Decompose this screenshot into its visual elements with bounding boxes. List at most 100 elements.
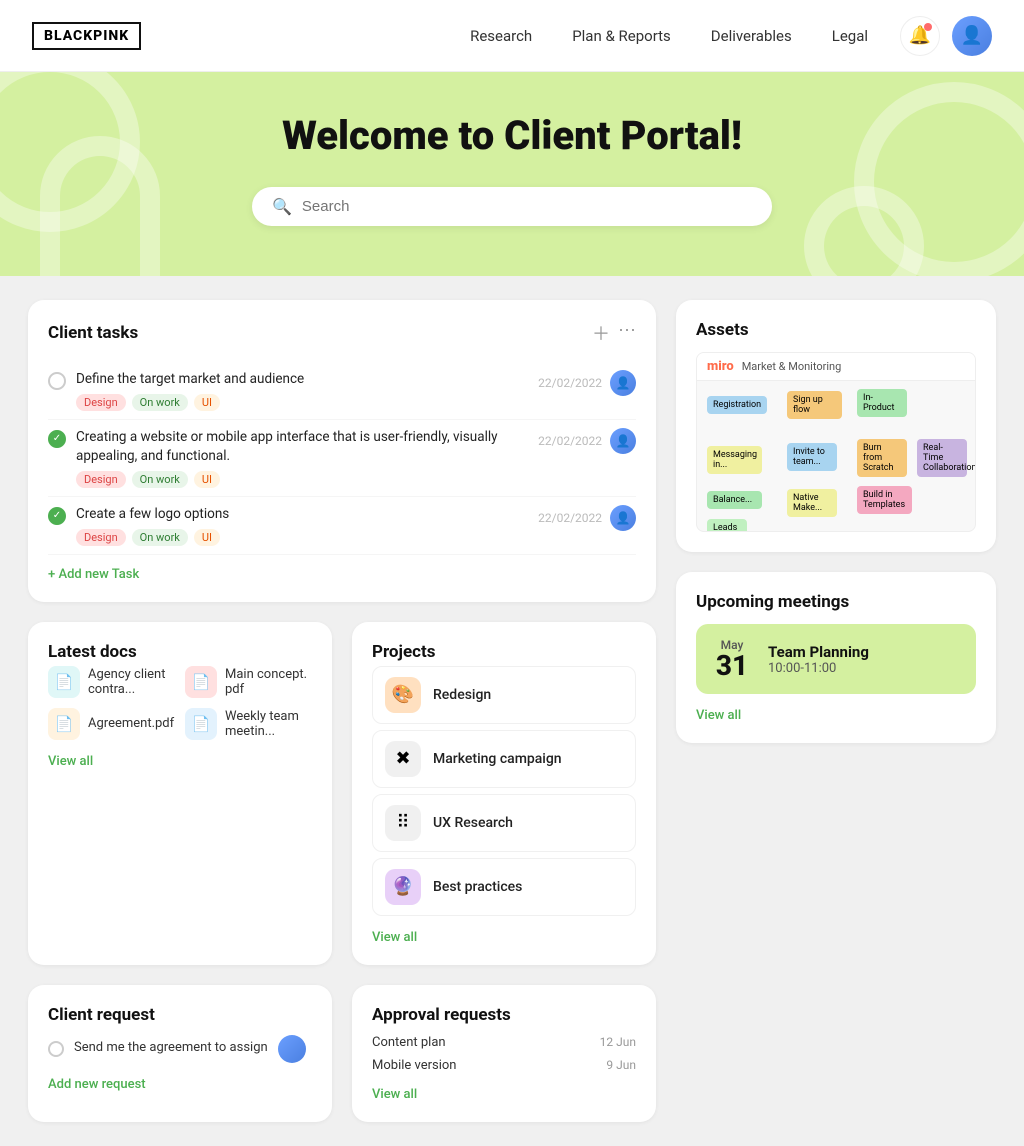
tag-design: Design xyxy=(76,394,126,411)
search-icon: 🔍 xyxy=(272,197,292,216)
tag-onwork: On work xyxy=(132,529,188,546)
sticky-note: Real-Time Collaboration xyxy=(917,439,967,477)
tag-onwork: On work xyxy=(132,394,188,411)
list-item[interactable]: 🎨 Redesign xyxy=(372,666,636,724)
approval-requests-title: Approval requests xyxy=(372,1005,636,1025)
nav-research[interactable]: Research xyxy=(470,27,532,45)
add-new-request[interactable]: Add new request xyxy=(48,1077,312,1092)
bottom-mini-row: Client request Send me the agreement to … xyxy=(28,985,656,1122)
meeting-item[interactable]: May 31 Team Planning 10:00-11:00 xyxy=(696,624,976,694)
meeting-time: 10:00-11:00 xyxy=(768,661,960,676)
sticky-note: Native Make... xyxy=(787,489,837,517)
nav-plan-reports[interactable]: Plan & Reports xyxy=(572,27,671,45)
project-name: Redesign xyxy=(433,687,491,703)
avatar[interactable]: 👤 xyxy=(952,16,992,56)
tag-ui: UI xyxy=(194,471,220,488)
nav-deliverables[interactable]: Deliverables xyxy=(711,27,792,45)
task-text: Create a few logo options xyxy=(76,505,229,524)
client-tasks-title: Client tasks xyxy=(48,323,138,343)
miro-board-name: Market & Monitoring xyxy=(742,360,842,373)
task-left: Define the target market and audience De… xyxy=(48,370,304,411)
left-column: Client tasks ＋ ⋯ Define the target marke… xyxy=(28,300,656,1122)
sticky-note: Invite to team... xyxy=(787,443,837,471)
list-item[interactable]: ✖ Marketing campaign xyxy=(372,730,636,788)
project-icon-redesign: 🎨 xyxy=(385,677,421,713)
task-right: 22/02/2022 👤 xyxy=(538,370,636,396)
list-item: 📄 Weekly team meetin... xyxy=(185,708,312,740)
tag-ui: UI xyxy=(194,394,220,411)
project-name: Marketing campaign xyxy=(433,751,562,767)
list-item: 📄 Agreement.pdf xyxy=(48,708,175,740)
task-date: 22/02/2022 xyxy=(538,511,602,525)
list-item: 📄 Agency client contra... xyxy=(48,666,175,698)
request-item: Send me the agreement to assign xyxy=(48,1035,312,1063)
approval-requests-card: Approval requests Content plan 12 Jun Mo… xyxy=(352,985,656,1122)
navbar: BLACKPINK Research Plan & Reports Delive… xyxy=(0,0,1024,72)
request-text: Send me the agreement to assign xyxy=(74,1039,268,1057)
list-item[interactable]: ⠿ UX Research xyxy=(372,794,636,852)
client-tasks-header: Client tasks ＋ ⋯ xyxy=(48,320,636,346)
miro-preview[interactable]: miro Market & Monitoring Registration Si… xyxy=(696,352,976,532)
meeting-date-box: May 31 xyxy=(712,638,752,680)
project-icon-best: 🔮 xyxy=(385,869,421,905)
request-checkbox[interactable] xyxy=(48,1041,64,1057)
latest-docs-view-all[interactable]: View all xyxy=(48,754,312,769)
project-name: UX Research xyxy=(433,815,513,831)
doc-icon-blue: 📄 xyxy=(185,708,217,740)
upcoming-meetings-title: Upcoming meetings xyxy=(696,592,976,612)
sticky-label: Leads xyxy=(707,519,747,532)
projects-view-all[interactable]: View all xyxy=(372,930,636,945)
more-options-icon[interactable]: ⋯ xyxy=(618,320,636,346)
table-row: ✓ Creating a website or mobile app inter… xyxy=(48,420,636,497)
add-task-button[interactable]: + Add new Task xyxy=(48,567,636,582)
meetings-view-all[interactable]: View all xyxy=(696,708,976,723)
project-list: 🎨 Redesign ✖ Marketing campaign ⠿ UX Res… xyxy=(372,666,636,916)
list-item: Content plan 12 Jun xyxy=(372,1035,636,1050)
list-item: 📄 Main concept. pdf xyxy=(185,666,312,698)
add-task-icon[interactable]: ＋ xyxy=(592,320,610,346)
notification-button[interactable]: 🔔 xyxy=(900,16,940,56)
task-left: ✓ Create a few logo options Design On wo… xyxy=(48,505,229,546)
project-icon-ux: ⠿ xyxy=(385,805,421,841)
task-left: ✓ Creating a website or mobile app inter… xyxy=(48,428,538,488)
latest-docs-card: Latest docs 📄 Agency client contra... 📄 … xyxy=(28,622,332,965)
main-content: Client tasks ＋ ⋯ Define the target marke… xyxy=(0,276,1024,1146)
tag-onwork: On work xyxy=(132,471,188,488)
nav-links: Research Plan & Reports Deliverables Leg… xyxy=(470,27,868,45)
hero-title: Welcome to Client Portal! xyxy=(20,112,1004,159)
sticky-note: Build in Templates xyxy=(857,486,912,514)
task-avatar: 👤 xyxy=(610,370,636,396)
nav-legal[interactable]: Legal xyxy=(832,27,868,45)
project-icon-marketing: ✖ xyxy=(385,741,421,777)
assets-title: Assets xyxy=(696,320,976,340)
task-text: Creating a website or mobile app interfa… xyxy=(76,428,538,466)
tag-design: Design xyxy=(76,529,126,546)
approval-name: Content plan xyxy=(372,1035,446,1050)
doc-name[interactable]: Weekly team meetin... xyxy=(225,709,312,739)
task-checkbox[interactable] xyxy=(48,372,66,390)
task-date: 22/02/2022 xyxy=(538,376,602,390)
task-tags: Design On work UI xyxy=(76,471,538,488)
approval-date: 9 Jun xyxy=(606,1058,636,1073)
miro-logo: miro xyxy=(707,359,734,374)
task-checkbox-done[interactable]: ✓ xyxy=(48,430,66,448)
approval-view-all[interactable]: View all xyxy=(372,1087,636,1102)
upcoming-meetings-card: Upcoming meetings May 31 Team Planning 1… xyxy=(676,572,996,743)
doc-name[interactable]: Agreement.pdf xyxy=(88,716,174,731)
doc-name[interactable]: Main concept. pdf xyxy=(225,667,312,697)
approval-date: 12 Jun xyxy=(600,1035,636,1050)
logo[interactable]: BLACKPINK xyxy=(32,22,141,50)
right-column: Assets miro Market & Monitoring Registra… xyxy=(676,300,996,1122)
doc-icon-orange: 📄 xyxy=(48,708,80,740)
doc-name[interactable]: Agency client contra... xyxy=(88,667,175,697)
doc-grid: 📄 Agency client contra... 📄 Main concept… xyxy=(48,666,312,740)
sticky-note: In-Product xyxy=(857,389,907,417)
task-checkbox-done[interactable]: ✓ xyxy=(48,507,66,525)
sticky-note: Burn from Scratch xyxy=(857,439,907,477)
projects-title: Projects xyxy=(372,642,636,662)
search-input[interactable] xyxy=(302,198,752,215)
approval-name: Mobile version xyxy=(372,1058,456,1073)
table-row: ✓ Create a few logo options Design On wo… xyxy=(48,497,636,555)
miro-header: miro Market & Monitoring xyxy=(697,353,975,381)
list-item[interactable]: 🔮 Best practices xyxy=(372,858,636,916)
